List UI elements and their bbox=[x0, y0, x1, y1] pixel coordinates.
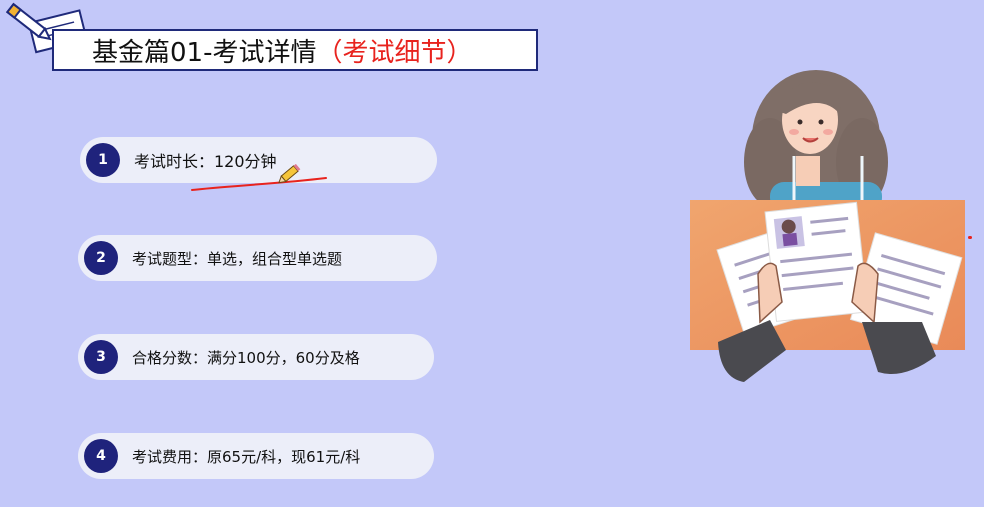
title-main: 基金篇01-考试详情 bbox=[92, 37, 317, 68]
item-number-badge: 3 bbox=[84, 340, 118, 374]
woman-holding-resume-illustration bbox=[690, 70, 965, 382]
item-text: 合格分数：满分100分，60分及格 bbox=[132, 348, 360, 367]
item-number-badge: 1 bbox=[86, 143, 120, 177]
item-number-badge: 2 bbox=[84, 241, 118, 275]
list-item: 3 合格分数：满分100分，60分及格 bbox=[78, 334, 434, 380]
item-text: 考试费用：原65元/科，现61元/科 bbox=[132, 447, 361, 466]
item-number-badge: 4 bbox=[84, 439, 118, 473]
list-item: 2 考试题型：单选，组合型单选题 bbox=[78, 235, 437, 281]
page-title: 基金篇01-考试详情 （考试细节） bbox=[52, 29, 538, 71]
pencil-icon bbox=[191, 164, 327, 191]
item-text: 考试题型：单选，组合型单选题 bbox=[132, 249, 343, 268]
red-dot bbox=[968, 236, 972, 239]
slide: 基金篇01-考试详情 （考试细节） 1 考试时长：120分钟 2 考试题型：单选… bbox=[0, 0, 984, 507]
list-item: 4 考试费用：原65元/科，现61元/科 bbox=[78, 433, 434, 479]
title-sub: （考试细节） bbox=[316, 37, 473, 68]
